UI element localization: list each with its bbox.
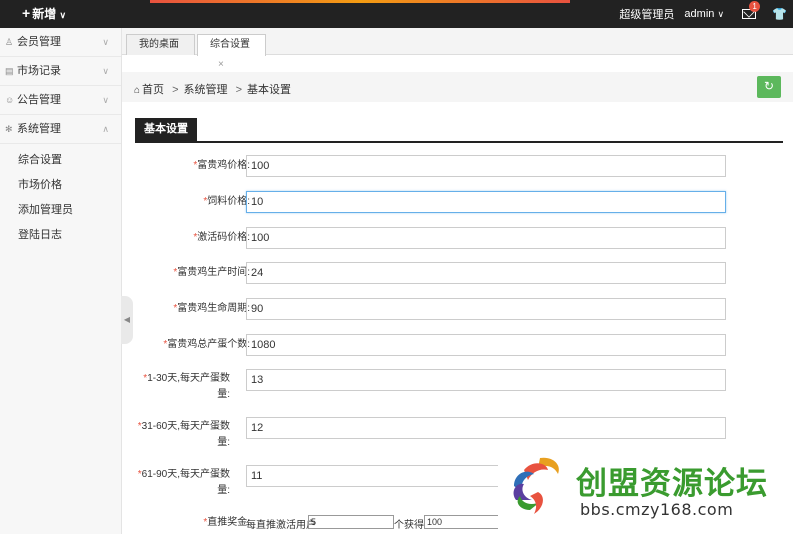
feed-price-input[interactable]: 10 bbox=[246, 191, 726, 213]
field-label-text: 61-90天,每天产蛋数量: bbox=[141, 469, 230, 496]
field-label: *饲料价格: bbox=[134, 194, 250, 210]
tab-general-settings[interactable]: 综合设置 × bbox=[197, 34, 266, 70]
refresh-button[interactable]: ↻ bbox=[757, 76, 781, 98]
sidebar-item-market[interactable]: ▤ 市场记录 ∨ bbox=[0, 57, 121, 86]
life-cycle-input[interactable]: 90 bbox=[246, 298, 726, 320]
user-icon: ♙ bbox=[5, 37, 14, 47]
referral-users-input[interactable]: 5 bbox=[308, 515, 394, 529]
field-label: *激活码价格: bbox=[134, 230, 250, 246]
chevron-down-icon: ∨ bbox=[717, 9, 725, 19]
watermark-title: 创盟资源论坛 bbox=[576, 466, 768, 502]
refresh-icon: ↻ bbox=[763, 79, 775, 93]
field-label-text: 饲料价格: bbox=[207, 196, 250, 207]
field-label-text: 1-30天,每天产蛋数量: bbox=[147, 373, 230, 400]
field-label: *富贵鸡生产时间: bbox=[134, 265, 250, 281]
referral-mid-text: 个获得 bbox=[394, 520, 424, 531]
field-label: *直推奖金: bbox=[134, 515, 250, 531]
sidebar-collapse-handle[interactable]: ◀ bbox=[121, 296, 133, 344]
tab-label: 综合设置 bbox=[210, 39, 250, 50]
chevron-left-icon: ◀ bbox=[123, 315, 131, 324]
top-right-area: 超级管理员 admin ∨ 1 👕 bbox=[619, 1, 787, 22]
breadcrumb-separator: > bbox=[172, 84, 179, 96]
tab-desktop[interactable]: 我的桌面 bbox=[126, 34, 195, 55]
total-eggs-input[interactable]: 1080 bbox=[246, 334, 726, 356]
submenu-item-add-admin[interactable]: 添加管理员 bbox=[0, 198, 121, 223]
referral-reward-input[interactable]: 100 bbox=[424, 515, 502, 529]
home-icon: ⌂ bbox=[134, 85, 141, 96]
theme-shirt-icon[interactable]: 👕 bbox=[772, 7, 787, 21]
activation-code-price-input[interactable]: 100 bbox=[246, 227, 726, 249]
sidebar-item-label: 市场记录 bbox=[17, 65, 61, 77]
mail-icon[interactable]: 1 bbox=[742, 1, 761, 19]
breadcrumb-separator: > bbox=[235, 84, 243, 96]
system-submenu: 综合设置 市场价格 添加管理员 登陆日志 bbox=[0, 148, 121, 248]
mail-badge: 1 bbox=[749, 1, 761, 12]
field-label-text: 31-60天,每天产蛋数量: bbox=[141, 421, 230, 448]
section-title: 基本设置 bbox=[135, 118, 197, 141]
breadcrumb-current: 基本设置 bbox=[247, 84, 292, 96]
add-new-button[interactable]: + 新增 ∨ bbox=[22, 5, 66, 22]
sidebar-item-label: 会员管理 bbox=[17, 36, 61, 48]
watermark: 创盟资源论坛 bbs.cmzy168.com bbox=[498, 446, 788, 531]
breadcrumb-system[interactable]: 系统管理 bbox=[184, 84, 228, 96]
chevron-down-icon: ∨ bbox=[102, 66, 109, 76]
field-label: *富贵鸡生命周期: bbox=[134, 301, 250, 317]
eggs-31-60-input[interactable]: 12 bbox=[246, 417, 726, 439]
chevron-down-icon: ∨ bbox=[59, 10, 67, 20]
watermark-logo-icon bbox=[513, 457, 559, 514]
submenu-item-general-settings[interactable]: 综合设置 bbox=[0, 148, 121, 173]
production-time-input[interactable]: 24 bbox=[246, 262, 726, 284]
field-label-text: 富贵鸡生命周期: bbox=[177, 303, 250, 314]
user-menu[interactable]: admin ∨ bbox=[684, 8, 724, 20]
username: admin bbox=[684, 8, 715, 20]
chart-icon: ▤ bbox=[5, 66, 14, 76]
add-new-label: 新增 bbox=[32, 7, 57, 21]
field-label-text: 直推奖金: bbox=[207, 517, 250, 528]
submenu-item-login-log[interactable]: 登陆日志 bbox=[0, 223, 121, 248]
submenu-item-market-price[interactable]: 市场价格 bbox=[0, 173, 121, 198]
field-label: *富贵鸡价格: bbox=[134, 158, 250, 174]
breadcrumb-home[interactable]: 首页 bbox=[142, 84, 164, 96]
sidebar-item-members[interactable]: ♙ 会员管理 ∨ bbox=[0, 28, 121, 57]
breadcrumb: ⌂ 首页 > 系统管理 > 基本设置 bbox=[134, 81, 291, 97]
role-label: 超级管理员 bbox=[619, 9, 675, 21]
field-label-text: 激活码价格: bbox=[197, 232, 250, 243]
field-label: *1-30天,每天产蛋数量: bbox=[134, 371, 230, 403]
chevron-down-icon: ∨ bbox=[102, 95, 109, 105]
sidebar-item-announcements[interactable]: ☺ 公告管理 ∨ bbox=[0, 86, 121, 115]
chevron-up-icon: ∧ bbox=[102, 124, 109, 134]
sidebar: ♙ 会员管理 ∨ ▤ 市场记录 ∨ ☺ 公告管理 ∨ ✻ 系统管理 ∧ 综合设置 市场价… bbox=[0, 28, 122, 534]
chevron-down-icon: ∨ bbox=[102, 37, 109, 47]
sidebar-item-label: 系统管理 bbox=[17, 123, 61, 135]
field-label-text: 富贵鸡价格: bbox=[197, 160, 250, 171]
field-label-text: 富贵鸡总产蛋个数: bbox=[167, 339, 250, 350]
plus-icon: + bbox=[22, 5, 31, 21]
chicken-price-input[interactable]: 100 bbox=[246, 155, 726, 177]
section-header: 基本设置 bbox=[135, 118, 783, 143]
field-label: *富贵鸡总产蛋个数: bbox=[134, 337, 250, 353]
comment-icon: ☺ bbox=[5, 95, 15, 105]
breadcrumb-bar: ⌂ 首页 > 系统管理 > 基本设置 ↻ bbox=[122, 72, 793, 102]
field-label: *61-90天,每天产蛋数量: bbox=[134, 467, 230, 499]
referral-prefix-text: 每直推激活用户 bbox=[246, 520, 316, 531]
watermark-url: bbs.cmzy168.com bbox=[580, 500, 734, 519]
gear-icon: ✻ bbox=[5, 124, 13, 134]
tab-bar: 我的桌面 综合设置 × bbox=[122, 28, 793, 70]
field-label-text: 富贵鸡生产时间: bbox=[177, 267, 250, 278]
field-label: *31-60天,每天产蛋数量: bbox=[134, 419, 230, 451]
top-bar: + 新增 ∨ 超级管理员 admin ∨ 1 👕 bbox=[0, 0, 793, 28]
sidebar-item-system[interactable]: ✻ 系统管理 ∧ bbox=[0, 115, 121, 144]
close-icon[interactable]: × bbox=[218, 59, 224, 70]
tab-label: 我的桌面 bbox=[139, 39, 179, 50]
sidebar-item-label: 公告管理 bbox=[17, 94, 61, 106]
top-accent-stripe bbox=[150, 0, 570, 3]
eggs-1-30-input[interactable]: 13 bbox=[246, 369, 726, 391]
